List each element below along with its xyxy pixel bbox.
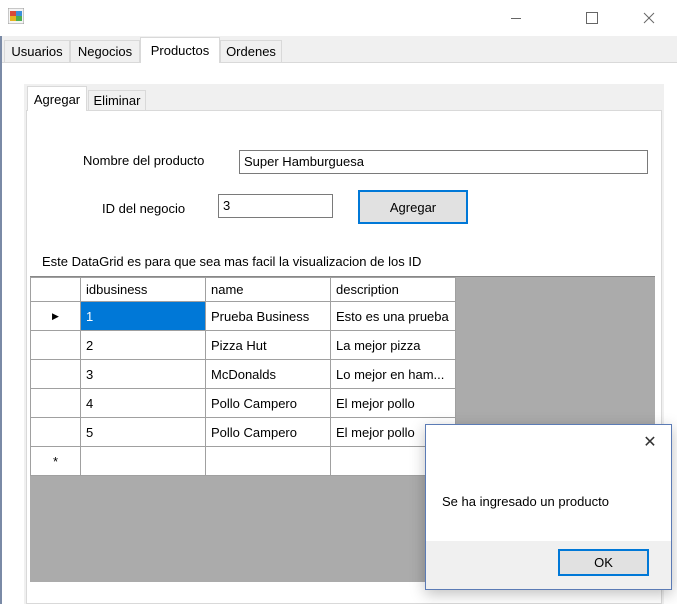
message-box-close-icon[interactable]: ✕ [641, 434, 659, 452]
grid-cell[interactable] [80, 446, 206, 476]
row-header[interactable] [30, 359, 81, 389]
row-header[interactable] [30, 388, 81, 418]
business-id-label: ID del negocio [102, 201, 186, 216]
product-name-input[interactable]: Super Hamburguesa [239, 150, 648, 174]
tab-negocios[interactable]: Negocios [70, 40, 140, 62]
grid-cell[interactable]: Esto es una prueba [330, 301, 456, 331]
minimize-icon [511, 18, 521, 19]
column-header-description[interactable]: description [330, 277, 456, 302]
tab-eliminar[interactable]: Eliminar [88, 90, 146, 110]
grid-cell[interactable]: Pollo Campero [205, 388, 331, 418]
column-header-name[interactable]: name [205, 277, 331, 302]
current-row-indicator-icon[interactable]: ▶ [30, 301, 81, 331]
table-row[interactable]: 3 McDonalds Lo mejor en ham... [30, 359, 456, 389]
table-row[interactable]: 4 Pollo Campero El mejor pollo [30, 388, 456, 418]
grid-cell[interactable]: 5 [80, 417, 206, 447]
grid-cell[interactable]: Pizza Hut [205, 330, 331, 360]
close-icon [643, 12, 655, 24]
minimize-button[interactable] [493, 0, 539, 36]
grid-cell[interactable]: McDonalds [205, 359, 331, 389]
table-row[interactable]: 2 Pizza Hut La mejor pizza [30, 330, 456, 360]
tab-ordenes[interactable]: Ordenes [220, 40, 282, 62]
new-row[interactable]: * [30, 446, 456, 476]
ok-button[interactable]: OK [558, 549, 649, 576]
message-box-text: Se ha ingresado un producto [442, 494, 609, 509]
grid-cell[interactable] [205, 446, 331, 476]
maximize-button[interactable] [569, 0, 615, 36]
business-id-input[interactable]: 3 [218, 194, 333, 218]
new-row-indicator-icon[interactable]: * [30, 446, 81, 476]
grid-cell[interactable]: 2 [80, 330, 206, 360]
grid-cell[interactable]: 3 [80, 359, 206, 389]
tab-agregar[interactable]: Agregar [27, 86, 87, 111]
grid-caption: Este DataGrid es para que sea mas facil … [42, 254, 422, 269]
grid-cell[interactable]: 4 [80, 388, 206, 418]
winforms-app-icon [8, 8, 24, 24]
close-window-button[interactable] [626, 0, 672, 36]
grid-corner-header[interactable] [30, 277, 81, 302]
grid-cell[interactable]: Lo mejor en ham... [330, 359, 456, 389]
table-row[interactable]: 5 Pollo Campero El mejor pollo [30, 417, 456, 447]
grid-cell[interactable]: Pollo Campero [205, 417, 331, 447]
grid-cell[interactable]: 1 [80, 301, 206, 331]
grid-header-row: idbusiness name description [30, 277, 456, 302]
grid-cell[interactable]: Prueba Business [205, 301, 331, 331]
tab-usuarios[interactable]: Usuarios [4, 40, 70, 62]
data-grid-table: idbusiness name description ▶ 1 Prueba B… [30, 277, 456, 476]
tab-productos[interactable]: Productos [140, 37, 220, 63]
column-header-idbusiness[interactable]: idbusiness [80, 277, 206, 302]
grid-cell[interactable]: La mejor pizza [330, 330, 456, 360]
table-row[interactable]: ▶ 1 Prueba Business Esto es una prueba [30, 301, 456, 331]
grid-cell[interactable]: El mejor pollo [330, 388, 456, 418]
row-header[interactable] [30, 330, 81, 360]
row-header[interactable] [30, 417, 81, 447]
maximize-icon [586, 12, 598, 24]
product-name-label: Nombre del producto [83, 153, 205, 168]
add-product-button[interactable]: Agregar [358, 190, 468, 224]
